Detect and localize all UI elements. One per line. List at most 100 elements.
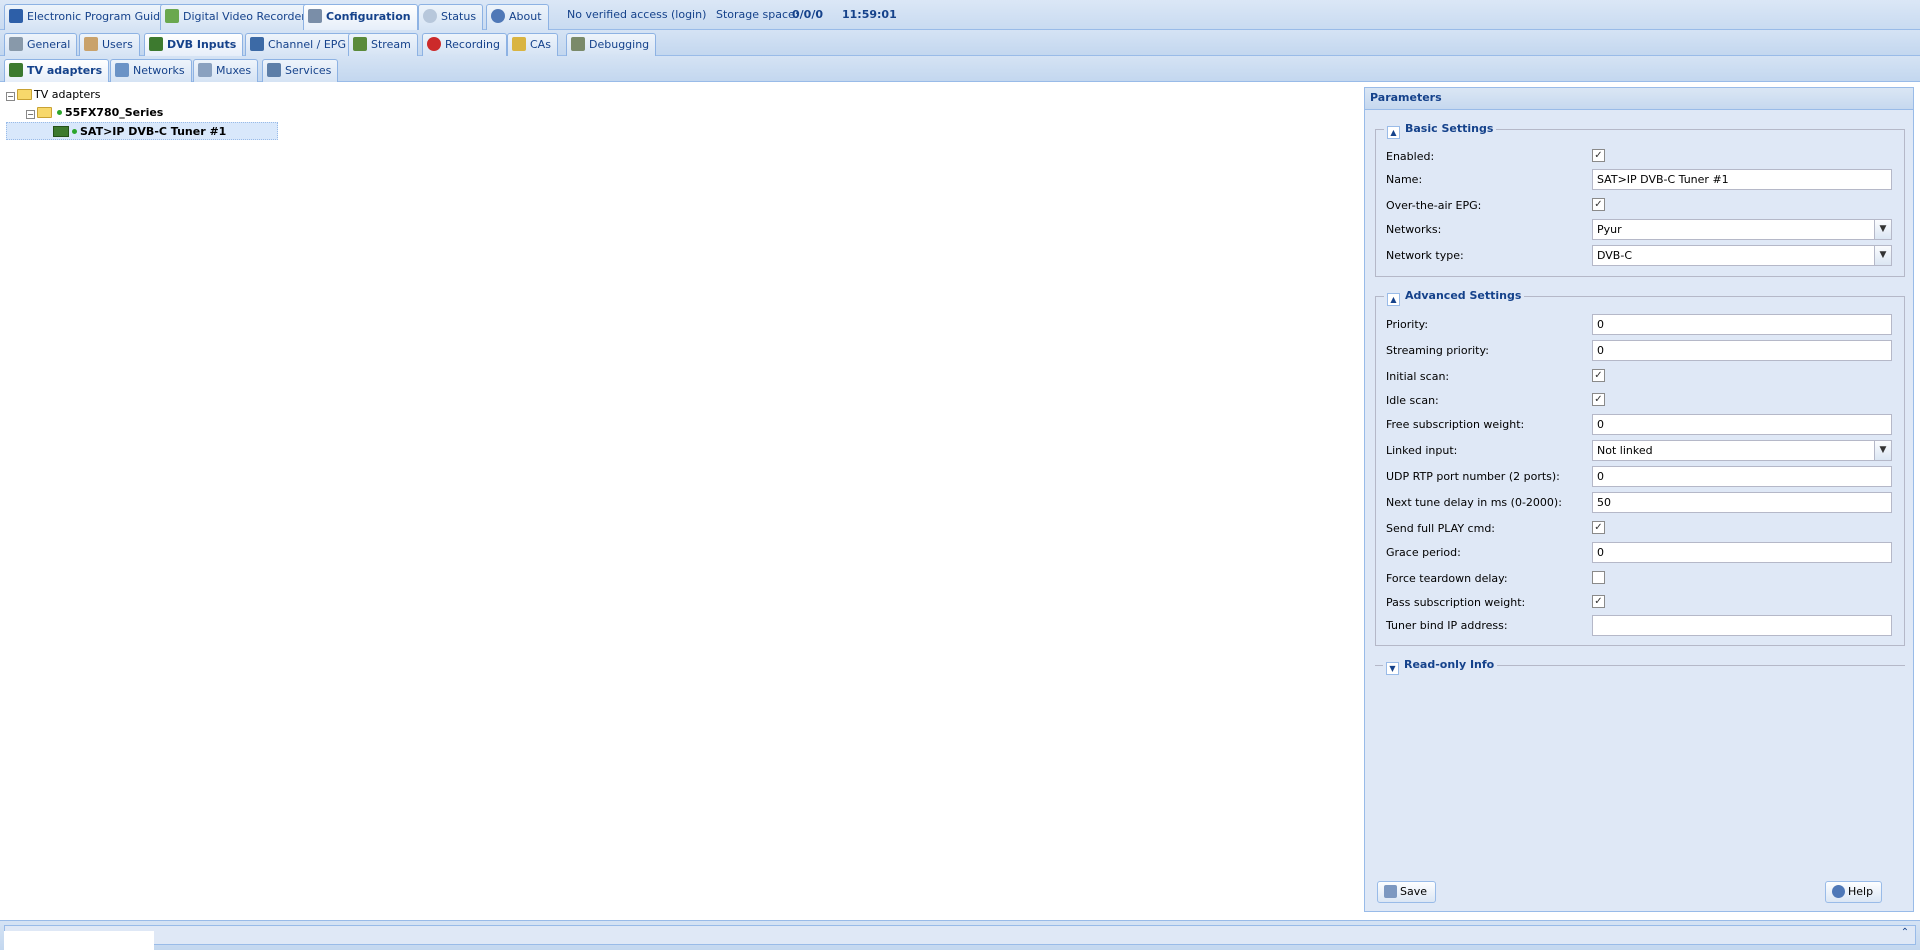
tuner-bind-ip-label: Tuner bind IP address: [1386,619,1508,632]
tab-services[interactable]: Services [262,59,339,82]
readonly-info-title: Read-only Info [1404,658,1495,671]
network-type-value: DVB-C [1597,249,1632,262]
row-networks: Networks: Pyur ▼ [1386,219,1901,241]
networks-label: Networks: [1386,223,1442,236]
idle-scan-checkbox[interactable]: ✓ [1592,393,1605,406]
send-full-play-checkbox[interactable]: ✓ [1592,521,1605,534]
row-udp-rtp-port: UDP RTP port number (2 ports): 0 [1386,466,1901,488]
tuner-bind-ip-input[interactable] [1592,615,1892,636]
network-type-select[interactable]: DVB-C ▼ [1592,245,1892,266]
name-label: Name: [1386,173,1423,186]
adapter-tree: − TV adapters − 55FX780_Series SAT>IP DVB-… [6,86,278,140]
collapse-icon[interactable]: − [6,92,15,101]
status-dot-icon [72,129,77,134]
tab-label: Stream [371,38,411,51]
collapse-up-icon[interactable]: ▲ [1387,126,1400,139]
chevron-down-icon[interactable]: ▼ [1874,441,1891,460]
readonly-info-legend[interactable]: ▼ Read-only Info [1383,658,1498,675]
tab-label: Configuration [326,10,411,23]
tab-muxes[interactable]: Muxes [193,59,259,82]
chevron-down-icon[interactable]: ▼ [1874,220,1891,239]
key-icon [512,37,526,51]
tools-icon [9,37,23,51]
row-ota-epg: Over-the-air EPG: ✓ [1386,195,1901,217]
tab-users[interactable]: Users [79,33,140,56]
tab-tv-adapters[interactable]: TV adapters [4,59,110,82]
parameters-panel: Parameters ▲ Basic Settings Enabled: ✓ Na… [1364,87,1914,912]
tv-icon [250,37,264,51]
help-button[interactable]: Help [1825,881,1883,903]
initial-scan-label: Initial scan: [1386,370,1450,383]
row-linked-input: Linked input: Not linked ▼ [1386,440,1901,462]
grace-period-label: Grace period: [1386,546,1461,559]
row-priority: Priority: 0 [1386,314,1901,336]
initial-scan-checkbox[interactable]: ✓ [1592,369,1605,382]
bottom-log-bar: ⌃ [0,920,1920,950]
enabled-checkbox[interactable]: ✓ [1592,149,1605,162]
ota-epg-label: Over-the-air EPG: [1386,199,1482,212]
tab-configuration[interactable]: Configuration [303,4,418,30]
expand-up-icon[interactable]: ⌃ [1898,927,1912,941]
collapse-up-icon[interactable]: ▲ [1387,293,1400,306]
storage-value: 0/0/0 [792,8,823,21]
tree-node-root[interactable]: − TV adapters [6,86,278,104]
save-button[interactable]: Save [1377,881,1437,903]
ota-epg-checkbox[interactable]: ✓ [1592,198,1605,211]
save-icon [1384,885,1397,898]
linked-input-select[interactable]: Not linked ▼ [1592,440,1892,461]
name-input[interactable]: SAT>IP DVB-C Tuner #1 [1592,169,1892,190]
force-teardown-delay-checkbox[interactable] [1592,571,1605,584]
row-force-teardown-delay: Force teardown delay: [1386,568,1901,590]
tree-node-tuner[interactable]: SAT>IP DVB-C Tuner #1 [6,122,278,140]
streaming-priority-label: Streaming priority: [1386,344,1489,357]
tab-digital-video-recorder[interactable]: Digital Video Recorder [160,4,313,30]
priority-input[interactable]: 0 [1592,314,1892,335]
tab-dvb-inputs[interactable]: DVB Inputs [144,33,244,56]
tab-networks[interactable]: Networks [110,59,192,82]
grace-period-input[interactable]: 0 [1592,542,1892,563]
tab-debugging[interactable]: Debugging [566,33,657,56]
services-icon [267,63,281,77]
tab-channel-epg[interactable]: Channel / EPG [245,33,353,56]
tree-label: SAT>IP DVB-C Tuner #1 [80,125,227,138]
tuner-card-icon [53,126,69,137]
tab-stream[interactable]: Stream [348,33,418,56]
networks-select[interactable]: Pyur ▼ [1592,219,1892,240]
tv-card-icon [149,37,163,51]
help-button-label: Help [1848,885,1874,898]
muxes-icon [198,63,212,77]
eye-icon [423,9,437,23]
networks-value: Pyur [1597,223,1622,236]
login-link[interactable]: (login) [671,8,706,21]
tab-label: Muxes [216,64,252,77]
collapse-icon[interactable]: − [26,110,35,119]
basic-settings-legend[interactable]: ▲ Basic Settings [1384,122,1497,139]
basic-settings-title: Basic Settings [1405,122,1494,135]
tab-cas[interactable]: CAs [507,33,558,56]
tab-label: General [27,38,71,51]
dvb-tab-bar: TV adapters Networks Muxes Services [0,56,1920,82]
udp-rtp-port-input[interactable]: 0 [1592,466,1892,487]
clock: 11:59:01 [842,8,897,21]
expand-down-icon[interactable]: ▼ [1386,662,1399,675]
free-subscription-weight-input[interactable]: 0 [1592,414,1892,435]
antenna-icon [115,63,129,77]
tab-general[interactable]: General [4,33,78,56]
tab-label: TV adapters [27,64,103,77]
row-network-type: Network type: DVB-C ▼ [1386,245,1901,267]
next-tune-delay-input[interactable]: 50 [1592,492,1892,513]
tab-about[interactable]: About [486,4,549,30]
row-initial-scan: Initial scan: ✓ [1386,366,1901,388]
help-icon [1832,885,1845,898]
tab-label: Electronic Program Guide [27,10,167,23]
tab-status[interactable]: Status [418,4,484,30]
pass-subscription-weight-checkbox[interactable]: ✓ [1592,595,1605,608]
save-button-label: Save [1400,885,1428,898]
tree-node-device[interactable]: − 55FX780_Series [6,104,278,122]
tab-recording[interactable]: Recording [422,33,508,56]
tab-electronic-program-guide[interactable]: Electronic Program Guide [4,4,174,30]
streaming-priority-input[interactable]: 0 [1592,340,1892,361]
chevron-down-icon[interactable]: ▼ [1874,246,1891,265]
advanced-settings-legend[interactable]: ▲ Advanced Settings [1384,289,1525,306]
tab-label: Channel / EPG [268,38,346,51]
